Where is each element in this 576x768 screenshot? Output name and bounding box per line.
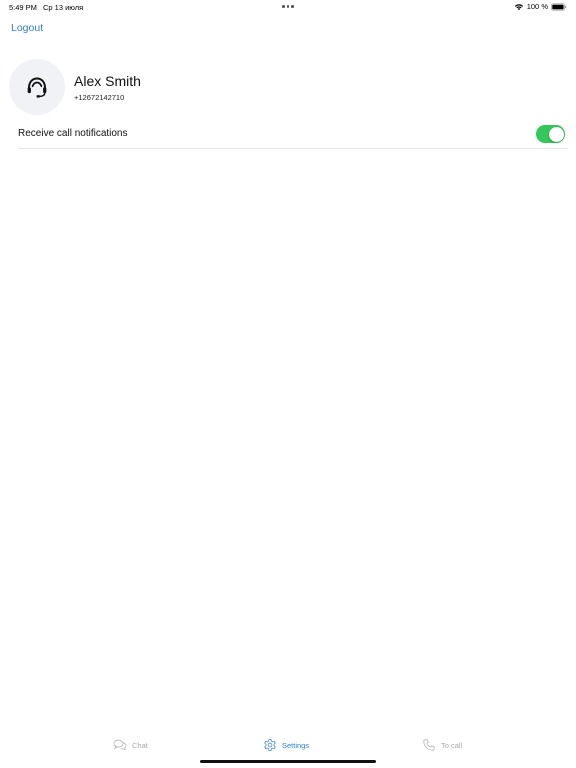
call-notifications-toggle[interactable] [536,125,565,143]
profile-name: Alex Smith [74,73,141,89]
phone-icon [423,739,435,751]
tab-settings[interactable]: Settings [263,738,309,752]
wifi-icon [514,3,523,10]
profile-phone: +12672142710 [74,93,125,102]
home-indicator[interactable] [200,760,376,763]
tab-settings-label: Settings [282,740,310,750]
tab-chat[interactable]: Chat [113,738,148,752]
settings-screen: 5:49 PM Ср 13 июля 100 % Logout Alex Smi… [0,0,576,768]
status-date: Ср 13 июля [43,3,84,12]
chat-bubbles-icon [113,739,127,751]
tab-to-call[interactable]: To call [422,738,462,752]
toggle-knob [548,126,564,142]
headset-agent-icon [27,77,47,98]
status-right: 100 % [514,2,567,11]
battery-percent: 100 % [526,2,548,11]
tab-chat-label: Chat [132,740,148,750]
tab-to-call-label: To call [441,740,463,750]
status-time: 5:49 PM [9,3,37,12]
call-notifications-label: Receive call notifications [18,128,128,139]
status-bar: 5:49 PM Ср 13 июля 100 % [0,0,576,14]
multitasking-dots-icon[interactable] [282,5,294,8]
call-notifications-row: Receive call notifications [18,120,568,149]
avatar [9,59,65,115]
battery-icon [551,2,567,11]
logout-button[interactable]: Logout [11,22,43,34]
gear-icon [264,739,276,751]
